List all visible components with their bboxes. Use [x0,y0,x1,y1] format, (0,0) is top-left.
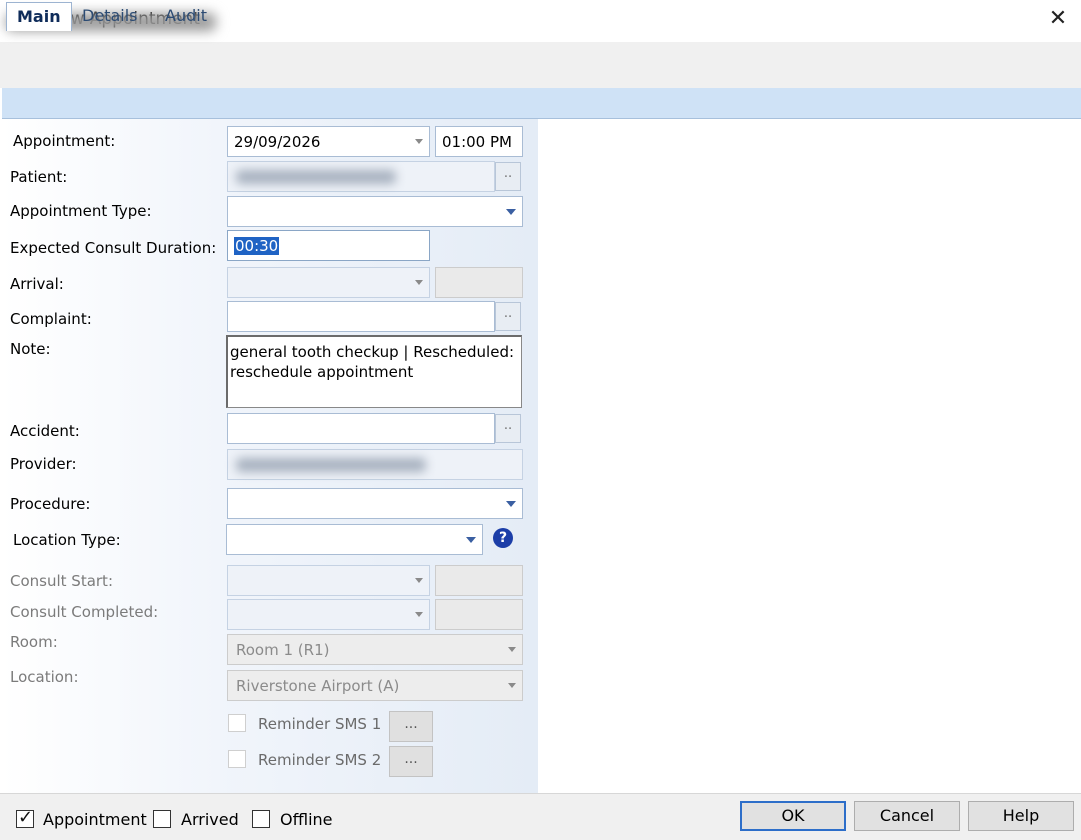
note-textarea[interactable]: general tooth checkup | Rescheduled: res… [226,335,522,408]
location-dropdown: Riverstone Airport (A) [227,670,523,701]
accident-browse-button[interactable]: .. [495,414,521,443]
procedure-label: Procedure: [10,495,91,513]
patient-label: Patient: [10,168,68,186]
offline-checkbox[interactable] [252,810,270,828]
consult-start-label: Consult Start: [10,572,113,590]
duration-value: 00:30 [234,237,280,255]
consult-completed-label: Consult Completed: [10,603,159,621]
question-circle-icon[interactable]: ? [493,528,513,548]
arrival-time-field [435,267,523,298]
complaint-field[interactable] [227,301,495,332]
appointment-type-dropdown[interactable] [227,196,523,227]
appointment-date-value: 29/09/2026 [234,133,321,151]
appointment-date-picker[interactable]: 29/09/2026 [227,126,430,157]
reminder-sms-1-button[interactable]: ... [389,711,433,742]
location-value: Riverstone Airport (A) [236,677,400,695]
patient-browse-button[interactable]: .. [495,162,521,191]
procedure-dropdown[interactable] [227,488,523,519]
chevron-down-icon [508,647,516,652]
duration-input[interactable]: 00:30 [227,230,430,261]
note-label: Note: [10,340,51,358]
chevron-down-icon [506,501,516,507]
duration-label: Expected Consult Duration: [10,239,217,257]
arrival-label: Arrival: [10,275,64,293]
tab-audit[interactable]: Audit [155,2,217,31]
location-type-dropdown[interactable] [226,524,483,555]
cancel-button[interactable]: Cancel [854,801,960,831]
help-button[interactable]: Help [968,801,1074,831]
reminder-sms-1-label: Reminder SMS 1 [258,715,382,733]
consult-start-date-picker [227,565,430,596]
location-type-label: Location Type: [13,531,121,549]
consult-completed-time-field [435,599,523,630]
note-value: general tooth checkup | Rescheduled: res… [230,343,515,381]
reminder-sms-1-checkbox[interactable] [228,714,246,732]
chevron-down-icon [506,209,516,215]
room-dropdown: Room 1 (R1) [227,634,523,665]
provider-label: Provider: [10,455,77,473]
consult-start-time-field [435,565,523,596]
close-icon: ✕ [1048,6,1068,31]
arrived-checkbox-label: Arrived [181,810,239,829]
patient-field [227,161,495,192]
chevron-down-icon [415,578,423,583]
arrival-date-picker[interactable] [227,267,430,298]
ok-button[interactable]: OK [740,801,846,831]
accident-label: Accident: [10,422,80,440]
complaint-label: Complaint: [10,310,92,328]
chevron-down-icon [415,612,423,617]
complaint-browse-button[interactable]: .. [495,302,521,331]
right-empty-panel [538,119,1081,793]
room-label: Room: [10,633,58,651]
provider-value-redacted [236,458,426,472]
consult-completed-date-picker [227,599,430,630]
arrived-checkbox[interactable] [153,810,171,828]
appointment-time-value: 01:00 PM [442,133,512,151]
reminder-sms-2-button[interactable]: ... [389,746,433,777]
location-label: Location: [10,668,79,686]
chevron-down-icon [415,139,423,144]
reminder-sms-2-label: Reminder SMS 2 [258,751,382,769]
chevron-down-icon [415,280,423,285]
patient-banner [0,42,1081,88]
appointment-checkbox-label: Appointment [43,810,147,829]
provider-field [227,449,523,480]
patient-value-redacted [236,170,396,184]
accident-field[interactable] [227,413,495,444]
appointment-checkbox[interactable] [16,807,34,828]
offline-checkbox-label: Offline [280,810,333,829]
appointment-type-label: Appointment Type: [10,202,152,220]
close-button[interactable]: ✕ [1042,4,1074,34]
chevron-down-icon [508,683,516,688]
room-value: Room 1 (R1) [236,641,330,659]
chevron-down-icon [466,537,476,543]
tab-details[interactable]: Details [72,2,147,31]
appointment-label: Appointment: [13,132,116,150]
reminder-sms-2-checkbox[interactable] [228,750,246,768]
tab-strip [2,88,1081,119]
appointment-time-field[interactable]: 01:00 PM [435,126,523,157]
tab-main[interactable]: Main [6,2,72,31]
